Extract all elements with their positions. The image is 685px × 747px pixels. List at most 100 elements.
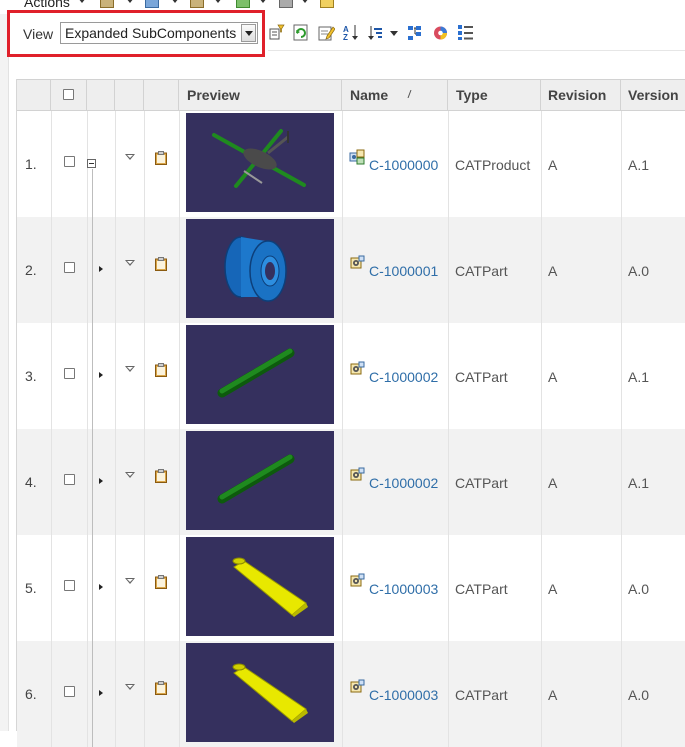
header-preview[interactable]: Preview — [179, 80, 342, 111]
row-number: 6. — [25, 686, 37, 702]
header-name[interactable]: Name — [342, 80, 448, 111]
table-row[interactable]: 1. C-1000000 CATProduct A A.1 — [17, 111, 685, 217]
column-divider — [115, 323, 116, 429]
expand-arrow-icon[interactable] — [99, 690, 103, 696]
preview-thumbnail[interactable] — [186, 431, 334, 530]
product-icon — [349, 149, 365, 165]
row-checkbox[interactable] — [64, 368, 75, 379]
expand-levels-icon[interactable] — [367, 24, 384, 41]
tools-icon[interactable] — [279, 0, 293, 8]
header-type-label: Type — [456, 87, 488, 103]
chevron-down-icon[interactable] — [241, 24, 256, 42]
row-menu-icon[interactable] — [125, 472, 135, 478]
name-link[interactable]: C-1000002 — [369, 369, 438, 385]
expand-arrow-icon[interactable] — [99, 266, 103, 272]
row-checkbox[interactable] — [64, 262, 75, 273]
expand-arrow-icon[interactable] — [99, 372, 103, 378]
header-revision[interactable]: Revision — [541, 80, 621, 111]
view-select[interactable]: Expanded SubComponents — [60, 22, 258, 44]
part-icon — [349, 679, 365, 695]
row-checkbox[interactable] — [64, 156, 75, 167]
structure-table: Preview Name Type Revision Version 1. C-1… — [16, 79, 685, 747]
type-cell: CATPart — [455, 475, 508, 491]
row-menu-icon[interactable] — [125, 684, 135, 690]
clipboard-icon[interactable] — [155, 151, 167, 165]
column-divider — [621, 323, 622, 429]
chevron-down-icon[interactable] — [390, 31, 398, 36]
column-divider — [342, 641, 343, 747]
chevron-down-icon[interactable] — [126, 0, 134, 3]
toolbar-divider — [268, 50, 685, 51]
collapse-icon[interactable] — [87, 159, 96, 168]
clipboard-icon[interactable] — [155, 257, 167, 271]
sort-indicator-icon — [407, 90, 412, 98]
name-link[interactable]: C-1000000 — [369, 157, 438, 173]
column-divider — [51, 429, 52, 535]
table-header: Preview Name Type Revision Version — [17, 79, 685, 111]
preview-thumbnail[interactable] — [186, 113, 334, 212]
column-divider — [342, 323, 343, 429]
name-link[interactable]: C-1000002 — [369, 475, 438, 491]
actions-dropdown-icon[interactable] — [78, 0, 86, 3]
chevron-down-icon[interactable] — [259, 0, 267, 3]
header-version[interactable]: Version — [621, 80, 685, 111]
table-row[interactable]: 2. C-1000001 CATPart A A.0 — [17, 217, 685, 323]
column-divider — [342, 111, 343, 217]
hierarchy-icon[interactable] — [407, 24, 424, 41]
sort-icon[interactable]: A Z — [343, 24, 360, 41]
structure-icon[interactable] — [145, 0, 159, 8]
column-divider — [342, 535, 343, 641]
table-row[interactable]: 5. C-1000003 CATPart A A.0 — [17, 535, 685, 641]
edit-icon[interactable] — [318, 24, 335, 41]
column-divider — [448, 217, 449, 323]
header-rownum — [17, 80, 51, 111]
table-row[interactable]: 3. C-1000002 CATPart A A.1 — [17, 323, 685, 429]
row-menu-icon[interactable] — [125, 366, 135, 372]
row-menu-icon[interactable] — [125, 260, 135, 266]
clipboard-icon[interactable] — [155, 681, 167, 695]
clipboard-icon[interactable] — [155, 469, 167, 483]
row-menu-icon[interactable] — [125, 578, 135, 584]
row-checkbox[interactable] — [64, 686, 75, 697]
header-type[interactable]: Type — [448, 80, 541, 111]
svg-text:Z: Z — [343, 33, 348, 41]
column-settings-icon[interactable] — [457, 24, 474, 41]
preview-thumbnail[interactable] — [186, 219, 334, 318]
table-row[interactable]: 4. C-1000002 CATPart A A.1 — [17, 429, 685, 535]
name-link[interactable]: C-1000003 — [369, 687, 438, 703]
color-wheel-icon[interactable] — [432, 24, 449, 41]
row-checkbox[interactable] — [64, 474, 75, 485]
row-menu-icon[interactable] — [125, 154, 135, 160]
version-cell: A.0 — [628, 687, 650, 703]
folder-icon[interactable] — [190, 0, 204, 8]
revision-cell: A — [548, 369, 558, 385]
column-divider — [144, 641, 145, 747]
edit-icon[interactable] — [320, 0, 334, 8]
row-number: 5. — [25, 580, 37, 596]
column-divider — [621, 217, 622, 323]
chevron-down-icon[interactable] — [301, 0, 309, 3]
document-icon[interactable] — [100, 0, 114, 8]
filter-icon[interactable] — [268, 24, 285, 41]
actions-menu[interactable]: Actions — [24, 0, 70, 10]
row-checkbox[interactable] — [64, 580, 75, 591]
column-divider — [115, 217, 116, 323]
select-all-checkbox[interactable] — [63, 89, 74, 100]
chevron-down-icon[interactable] — [171, 0, 179, 3]
name-link[interactable]: C-1000003 — [369, 581, 438, 597]
part-icon — [349, 467, 365, 483]
expand-arrow-icon[interactable] — [99, 478, 103, 484]
chevron-down-icon[interactable] — [214, 0, 222, 3]
clipboard-icon[interactable] — [155, 575, 167, 589]
preview-thumbnail[interactable] — [186, 325, 334, 424]
refresh-icon[interactable] — [292, 24, 309, 41]
type-cell: CATPart — [455, 369, 508, 385]
add-icon[interactable] — [236, 0, 250, 8]
table-row[interactable]: 6. C-1000003 CATPart A A.0 — [17, 641, 685, 747]
expand-arrow-icon[interactable] — [99, 584, 103, 590]
preview-thumbnail[interactable] — [186, 537, 334, 636]
preview-thumbnail[interactable] — [186, 643, 334, 742]
name-link[interactable]: C-1000001 — [369, 263, 438, 279]
part-icon — [349, 573, 365, 589]
clipboard-icon[interactable] — [155, 363, 167, 377]
